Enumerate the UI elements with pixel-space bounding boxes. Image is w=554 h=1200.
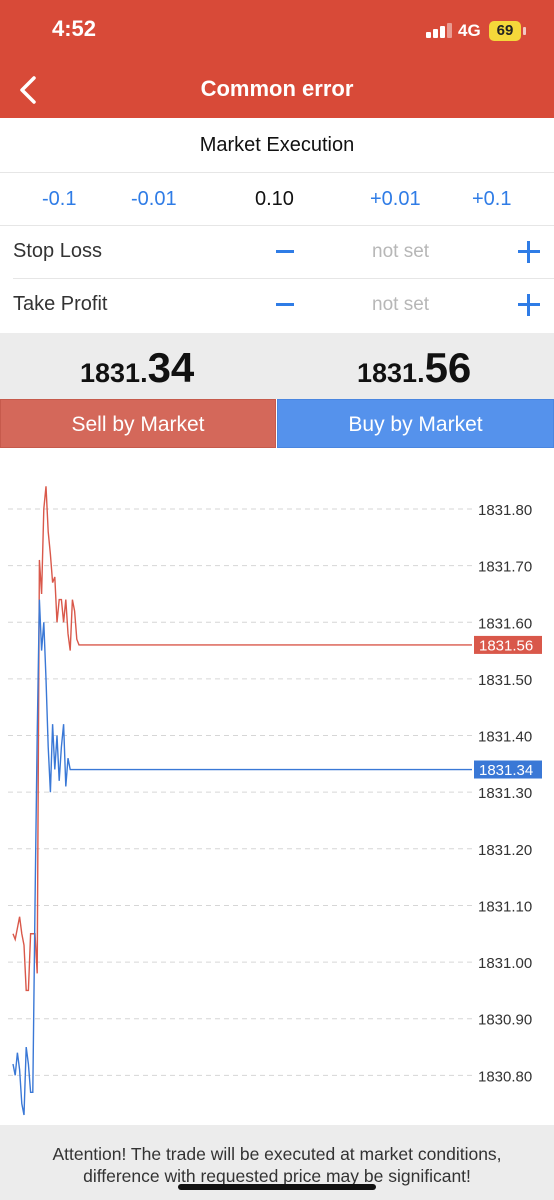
stop-loss-label: Stop Loss [13,240,102,262]
stop-loss-value[interactable]: not set [372,241,429,263]
y-tick-label: 1830.80 [478,1068,532,1085]
volume-plus-0-01-button[interactable]: +0.01 [370,188,421,211]
ask-price-tag-label: 1831.56 [479,637,533,654]
y-tick-label: 1831.20 [478,842,532,859]
app-header: 4:52 4G 69 Common error [0,0,554,118]
execution-type[interactable]: Market Execution [0,134,554,157]
y-tick-label: 1830.90 [478,1012,532,1029]
page-title: Common error [200,76,354,101]
volume-minus-0-01-button[interactable]: -0.01 [131,188,177,211]
take-profit-minus-button[interactable] [276,303,294,306]
bid-price: 1831.34 [80,344,194,392]
status-time: 4:52 [52,16,97,41]
home-indicator [178,1184,376,1190]
y-tick-label: 1831.70 [478,559,532,576]
buy-by-market-button[interactable]: Buy by Market [277,399,554,448]
stop-loss-minus-button[interactable] [276,250,294,253]
y-tick-label: 1831.30 [478,785,532,802]
take-profit-plus-button[interactable] [518,294,540,316]
notice-line-1: Attention! The trade will be executed at… [52,1144,502,1164]
bid-price-pips: 34 [147,344,195,391]
battery-tip [523,27,526,35]
stop-loss-plus-button[interactable] [518,241,540,263]
price-chart[interactable]: 1831.80 1831.70 1831.60 1831.50 1831.40 1831.… [0,455,554,1120]
cellular-signal-icon [426,22,452,38]
bid-price-tag-label: 1831.34 [479,762,533,779]
y-tick-label: 1831.00 [478,955,532,972]
volume-value[interactable]: 0.10 [255,188,294,211]
ask-price: 1831.56 [357,344,471,392]
y-tick-label: 1831.60 [478,615,532,632]
divider [0,225,554,226]
attention-notice: Attention! The trade will be executed at… [18,1143,536,1187]
bid-price-main: 1831. [80,358,148,388]
ask-price-pips: 56 [424,344,472,391]
divider [13,278,554,279]
battery-icon: 69 [489,21,521,41]
take-profit-value[interactable]: not set [372,294,429,316]
network-type: 4G [458,21,481,40]
battery-level: 69 [496,22,514,39]
ask-price-line [12,486,472,992]
volume-minus-0-1-button[interactable]: -0.1 [42,188,76,211]
y-tick-label: 1831.10 [478,898,532,915]
volume-plus-0-1-button[interactable]: +0.1 [472,188,511,211]
y-tick-label: 1831.50 [478,672,532,689]
ask-price-main: 1831. [357,358,425,388]
y-tick-label: 1831.40 [478,729,532,746]
take-profit-label: Take Profit [13,293,108,315]
bid-price-line [12,599,472,1116]
sell-by-market-button[interactable]: Sell by Market [0,399,276,448]
divider [0,172,554,173]
y-tick-label: 1831.80 [478,502,532,519]
